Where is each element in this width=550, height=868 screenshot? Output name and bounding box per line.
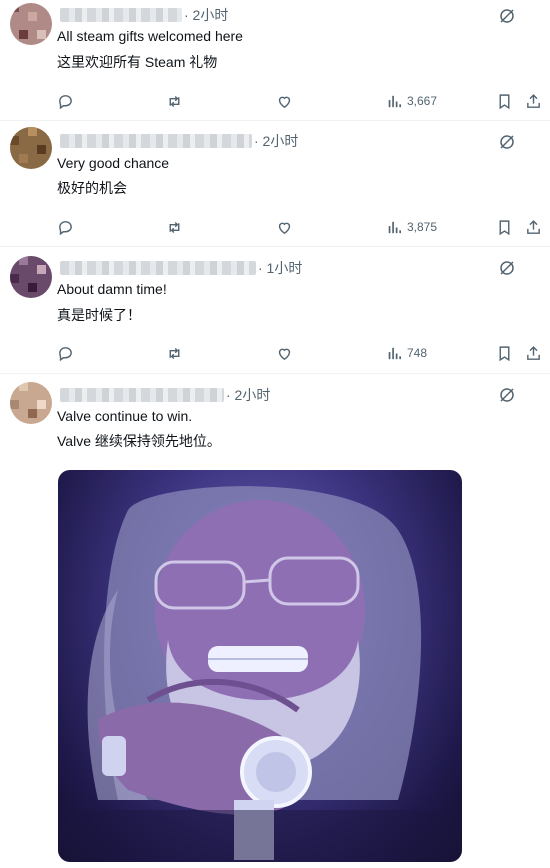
avatar[interactable] <box>10 3 52 45</box>
author-name-redacted[interactable] <box>60 8 182 22</box>
action-bar: 748 <box>0 343 550 363</box>
like-button[interactable] <box>276 217 293 237</box>
repost-icon <box>169 347 180 359</box>
author-name-redacted[interactable] <box>60 261 256 275</box>
reply-item[interactable]: · 2小时 All steam gifts welcomed here 这里欢迎… <box>0 0 550 121</box>
author-row: · 2小时 <box>60 131 298 151</box>
repost-button[interactable] <box>166 217 183 237</box>
reply-icon <box>59 220 72 235</box>
post-text-en: Valve continue to win. <box>57 408 193 424</box>
view-count: 3,875 <box>407 220 438 234</box>
action-bar: 3,875 <box>0 217 550 237</box>
share-button[interactable] <box>525 217 542 237</box>
like-icon <box>278 222 291 234</box>
post-time[interactable]: · 2小时 <box>254 131 298 151</box>
grok-icon[interactable] <box>498 259 516 277</box>
views-icon <box>388 95 402 107</box>
post-media-image[interactable] <box>58 470 462 862</box>
author-name-redacted[interactable] <box>60 134 252 148</box>
action-bar: 3,667 <box>0 91 550 111</box>
bookmark-button[interactable] <box>496 217 513 237</box>
views-button[interactable]: 3,667 <box>386 91 437 111</box>
bookmark-icon <box>499 93 510 109</box>
author-row: · 2小时 <box>60 385 270 405</box>
post-text-zh: 真是时候了！ <box>57 307 141 323</box>
reply-button[interactable] <box>57 91 74 111</box>
share-button[interactable] <box>525 343 542 363</box>
post-text-zh: 极好的机会 <box>57 180 127 196</box>
author-row: · 2小时 <box>60 5 228 25</box>
avatar[interactable] <box>10 256 52 298</box>
repost-icon <box>169 221 180 233</box>
share-icon <box>527 93 540 108</box>
bookmark-icon <box>499 345 510 361</box>
author-name-redacted[interactable] <box>60 388 224 402</box>
repost-button[interactable] <box>166 91 183 111</box>
grok-icon[interactable] <box>498 133 516 151</box>
repost-icon <box>169 95 180 107</box>
reply-item[interactable]: · 1小时 About damn time! 真是时候了！ 748 <box>0 247 550 374</box>
author-row: · 1小时 <box>60 258 302 278</box>
avatar[interactable] <box>10 127 52 169</box>
bookmark-button[interactable] <box>496 91 513 111</box>
post-text-en: Very good chance <box>57 155 170 171</box>
repost-button[interactable] <box>166 343 183 363</box>
view-count: 3,667 <box>407 94 438 108</box>
reply-button[interactable] <box>57 217 74 237</box>
share-icon <box>527 345 540 360</box>
like-button[interactable] <box>276 91 293 111</box>
like-icon <box>278 96 291 108</box>
views-button[interactable]: 3,875 <box>386 217 437 237</box>
like-button[interactable] <box>276 343 293 363</box>
grok-icon[interactable] <box>498 386 516 404</box>
views-icon <box>388 347 402 359</box>
post-text-en: All steam gifts welcomed here <box>57 28 243 44</box>
post-time[interactable]: · 1小时 <box>258 258 302 278</box>
share-icon <box>527 219 540 234</box>
views-button[interactable]: 748 <box>386 343 427 363</box>
post-text-zh: Valve 继续保持领先地位。 <box>57 433 221 449</box>
view-count: 748 <box>407 346 428 360</box>
reply-button[interactable] <box>57 343 74 363</box>
portrait-photo <box>58 486 462 862</box>
avatar[interactable] <box>10 382 52 424</box>
reply-icon <box>59 94 72 109</box>
post-text-en: About damn time! <box>57 281 167 297</box>
reply-icon <box>59 346 72 361</box>
like-icon <box>278 348 291 360</box>
bookmark-button[interactable] <box>496 343 513 363</box>
views-icon <box>388 221 402 233</box>
post-text-zh: 这里欢迎所有 Steam 礼物 <box>57 54 218 70</box>
reply-item[interactable]: · 2小时 Very good chance 极好的机会 3,875 <box>0 121 550 247</box>
bookmark-icon <box>499 219 510 235</box>
grok-icon[interactable] <box>498 7 516 25</box>
share-button[interactable] <box>525 91 542 111</box>
post-time[interactable]: · 2小时 <box>184 5 228 25</box>
post-time[interactable]: · 2小时 <box>226 385 270 405</box>
